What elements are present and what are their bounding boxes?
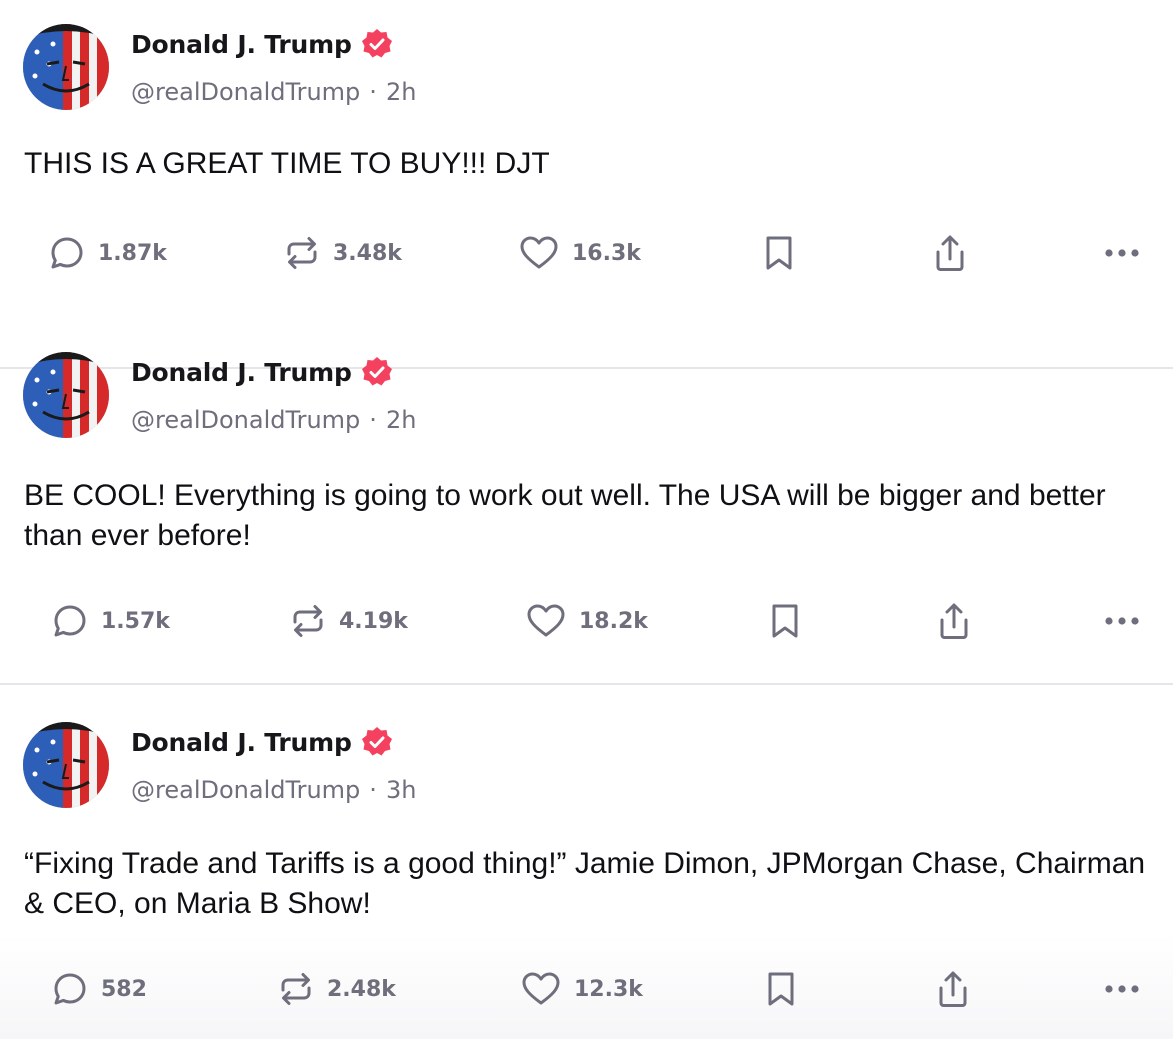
post-text: “Fixing Trade and Tariffs is a good thin…	[24, 847, 1146, 920]
reply-button[interactable]: 582	[51, 962, 147, 1016]
repost-button[interactable]: 4.19k	[289, 594, 408, 648]
repost-count: 4.19k	[339, 608, 408, 634]
reply-count: 582	[101, 976, 147, 1002]
action-bar: 582 2.48k 12.3k	[0, 962, 1173, 1016]
avatar[interactable]	[23, 24, 109, 110]
share-icon	[931, 232, 969, 274]
more-options-button[interactable]	[1103, 226, 1143, 280]
bookmark-button[interactable]	[764, 962, 798, 1016]
timestamp[interactable]: 2h	[386, 406, 416, 434]
heart-icon	[518, 234, 560, 272]
share-button[interactable]	[935, 594, 973, 648]
separator: ·	[369, 406, 377, 434]
repost-icon	[277, 970, 315, 1008]
bookmark-icon	[768, 601, 802, 641]
post[interactable]: Donald J. Trump @realDonaldTrump · 3h “F…	[0, 686, 1173, 1039]
like-count: 12.3k	[574, 976, 643, 1002]
display-name[interactable]: Donald J. Trump	[131, 728, 352, 757]
reply-count: 1.57k	[101, 608, 170, 634]
display-name[interactable]: Donald J. Trump	[131, 30, 352, 59]
ellipsis-icon	[1103, 247, 1143, 259]
repost-button[interactable]: 3.48k	[283, 226, 402, 280]
bookmark-button[interactable]	[762, 226, 796, 280]
like-button[interactable]: 12.3k	[520, 962, 643, 1016]
action-bar: 1.57k 4.19k 18.2k	[0, 594, 1173, 648]
like-count: 16.3k	[572, 240, 641, 266]
post[interactable]: Donald J. Trump @realDonaldTrump · 2h BE…	[0, 316, 1173, 685]
timestamp[interactable]: 3h	[386, 776, 416, 804]
reply-button[interactable]: 1.87k	[48, 226, 167, 280]
repost-count: 3.48k	[333, 240, 402, 266]
ellipsis-icon	[1103, 615, 1143, 627]
display-name[interactable]: Donald J. Trump	[131, 358, 352, 387]
more-options-button[interactable]	[1103, 962, 1143, 1016]
reply-count: 1.87k	[98, 240, 167, 266]
post-text: THIS IS A GREAT TIME TO BUY!!! DJT	[24, 147, 550, 180]
avatar[interactable]	[23, 722, 109, 808]
action-bar: 1.87k 3.48k 16.3k	[0, 226, 1173, 280]
bookmark-button[interactable]	[768, 594, 802, 648]
like-count: 18.2k	[579, 608, 648, 634]
reply-icon	[48, 234, 86, 272]
share-button[interactable]	[931, 226, 969, 280]
share-icon	[934, 968, 972, 1010]
separator: ·	[369, 78, 377, 106]
reply-button[interactable]: 1.57k	[51, 594, 170, 648]
repost-icon	[283, 234, 321, 272]
share-button[interactable]	[934, 962, 972, 1016]
reply-icon	[51, 970, 89, 1008]
verified-badge-icon	[360, 355, 394, 389]
repost-icon	[289, 602, 327, 640]
bookmark-icon	[764, 969, 798, 1009]
handle[interactable]: @realDonaldTrump	[131, 78, 360, 106]
post[interactable]: Donald J. Trump @realDonaldTrump · 2h TH…	[0, 0, 1173, 369]
reply-icon	[51, 602, 89, 640]
ellipsis-icon	[1103, 983, 1143, 995]
like-button[interactable]: 16.3k	[518, 226, 641, 280]
repost-count: 2.48k	[327, 976, 396, 1002]
post-text: BE COOL! Everything is going to work out…	[24, 479, 1106, 552]
avatar[interactable]	[23, 352, 109, 438]
verified-badge-icon	[360, 27, 394, 61]
handle[interactable]: @realDonaldTrump	[131, 406, 360, 434]
verified-badge-icon	[360, 725, 394, 759]
more-options-button[interactable]	[1103, 594, 1143, 648]
heart-icon	[520, 970, 562, 1008]
share-icon	[935, 600, 973, 642]
like-button[interactable]: 18.2k	[525, 594, 648, 648]
bookmark-icon	[762, 233, 796, 273]
repost-button[interactable]: 2.48k	[277, 962, 396, 1016]
handle[interactable]: @realDonaldTrump	[131, 776, 360, 804]
heart-icon	[525, 602, 567, 640]
separator: ·	[369, 776, 377, 804]
timestamp[interactable]: 2h	[386, 78, 416, 106]
